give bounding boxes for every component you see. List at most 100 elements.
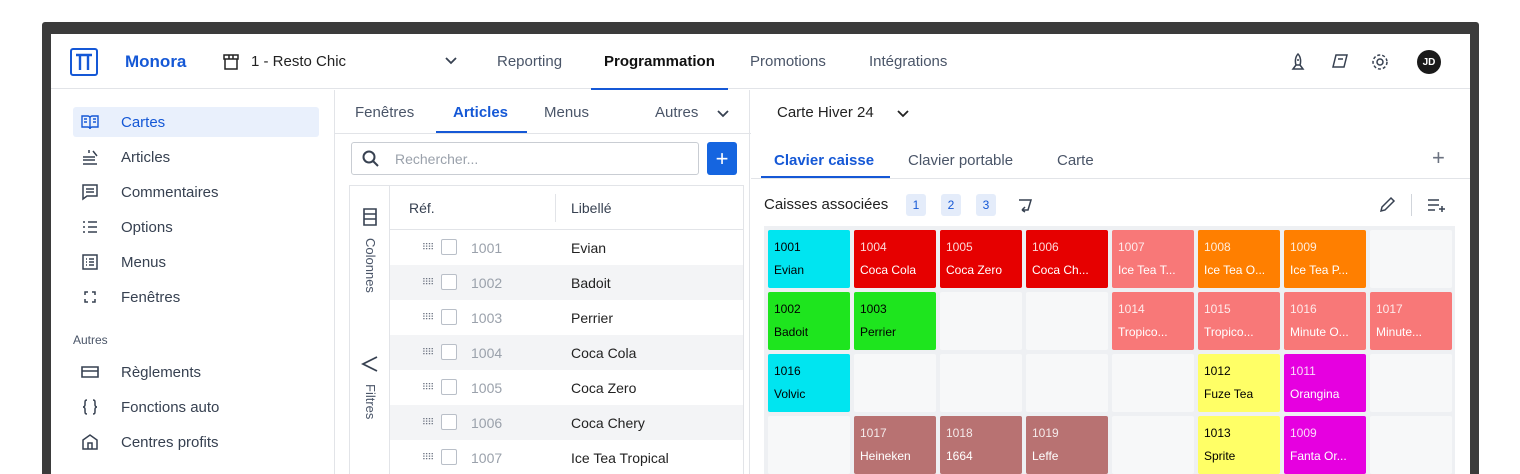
row-checkbox[interactable]: [441, 239, 457, 255]
row-checkbox[interactable]: [441, 344, 457, 360]
sidebar-item-articles[interactable]: Articles: [73, 142, 319, 172]
sidebar-item-reglements[interactable]: Règlements: [73, 357, 319, 387]
tab-clavier-caisse[interactable]: Clavier caisse: [774, 152, 874, 169]
table-row[interactable]: ⠿⠿ 1004 Coca Cola: [390, 335, 743, 370]
key-button[interactable]: 1001 Evian: [768, 230, 850, 288]
menu-selector-label[interactable]: Carte Hiver 24: [777, 104, 874, 121]
tickets-icon[interactable]: [1331, 53, 1349, 71]
table-row[interactable]: ⠿⠿ 1007 Ice Tea Tropical: [390, 440, 743, 474]
key-button[interactable]: 1017 Heineken: [854, 416, 936, 474]
sidebar-item-fonctions-auto[interactable]: Fonctions auto: [73, 392, 319, 422]
row-checkbox[interactable]: [441, 309, 457, 325]
row-checkbox[interactable]: [441, 414, 457, 430]
table-row[interactable]: ⠿⠿ 1002 Badoit: [390, 265, 743, 300]
columns-icon[interactable]: [363, 208, 377, 226]
key-button[interactable]: 1005 Coca Zero: [940, 230, 1022, 288]
key-button[interactable]: 1004 Coca Cola: [854, 230, 936, 288]
empty-key-slot[interactable]: [1026, 292, 1108, 350]
row-checkbox[interactable]: [441, 379, 457, 395]
empty-key-slot[interactable]: [1370, 416, 1452, 474]
empty-key-slot[interactable]: [940, 292, 1022, 350]
row-checkbox[interactable]: [441, 274, 457, 290]
key-button[interactable]: 1006 Coca Ch...: [1026, 230, 1108, 288]
table-row[interactable]: ⠿⠿ 1001 Evian: [390, 230, 743, 265]
key-button[interactable]: 1016 Minute O...: [1284, 292, 1366, 350]
add-article-button[interactable]: +: [707, 142, 737, 175]
filters-toggle[interactable]: Filtres: [363, 384, 378, 419]
table-row[interactable]: ⠿⠿ 1003 Perrier: [390, 300, 743, 335]
tab-carte[interactable]: Carte: [1057, 152, 1094, 169]
chevron-down-icon[interactable]: [716, 109, 730, 119]
tab-menus[interactable]: Menus: [544, 104, 589, 121]
row-checkbox[interactable]: [441, 449, 457, 465]
key-label: Tropico...: [1118, 325, 1168, 339]
drag-handle-icon[interactable]: ⠿⠿: [422, 382, 434, 393]
caisse-chip[interactable]: 1: [906, 194, 926, 216]
sidebar-item-options[interactable]: Options: [73, 212, 319, 242]
key-button[interactable]: 1017 Minute...: [1370, 292, 1452, 350]
key-button[interactable]: 1013 Sprite: [1198, 416, 1280, 474]
logo-icon[interactable]: [70, 48, 98, 76]
key-button[interactable]: 1009 Ice Tea P...: [1284, 230, 1366, 288]
key-button[interactable]: 1011 Orangina: [1284, 354, 1366, 412]
empty-key-slot[interactable]: [1370, 354, 1452, 412]
caisse-chip[interactable]: 2: [941, 194, 961, 216]
table-row[interactable]: ⠿⠿ 1005 Coca Zero: [390, 370, 743, 405]
tab-clavier-portable[interactable]: Clavier portable: [908, 152, 1013, 169]
empty-key-slot[interactable]: [1112, 416, 1194, 474]
empty-key-slot[interactable]: [854, 354, 936, 412]
key-button[interactable]: 1014 Tropico...: [1112, 292, 1194, 350]
column-header-libelle[interactable]: Libellé: [571, 200, 611, 216]
table-row[interactable]: ⠿⠿ 1006 Coca Chery: [390, 405, 743, 440]
gear-icon[interactable]: [1371, 53, 1389, 71]
key-button[interactable]: 1002 Badoit: [768, 292, 850, 350]
empty-key-slot[interactable]: [1026, 354, 1108, 412]
pencil-icon[interactable]: [1378, 196, 1396, 214]
drag-handle-icon[interactable]: ⠿⠿: [422, 312, 434, 323]
drag-handle-icon[interactable]: ⠿⠿: [422, 242, 434, 253]
empty-key-slot[interactable]: [940, 354, 1022, 412]
empty-key-slot[interactable]: [768, 416, 850, 474]
key-button[interactable]: 1016 Volvic: [768, 354, 850, 412]
columns-toggle[interactable]: Colonnes: [363, 238, 378, 293]
empty-key-slot[interactable]: [1112, 354, 1194, 412]
tab-autres[interactable]: Autres: [655, 104, 698, 121]
brand-name[interactable]: Monora: [125, 52, 186, 72]
key-button[interactable]: 1015 Tropico...: [1198, 292, 1280, 350]
nav-promotions[interactable]: Promotions: [750, 34, 826, 89]
sidebar-item-centres-profits[interactable]: Centres profits: [73, 427, 319, 457]
add-row-icon[interactable]: [1427, 198, 1447, 212]
drag-handle-icon[interactable]: ⠿⠿: [422, 452, 434, 463]
drag-handle-icon[interactable]: ⠿⠿: [422, 277, 434, 288]
key-button[interactable]: 1009 Fanta Or...: [1284, 416, 1366, 474]
nav-reporting[interactable]: Reporting: [497, 34, 562, 89]
sidebar-item-fenetres[interactable]: Fenêtres: [73, 282, 319, 312]
store-selector-label[interactable]: 1 - Resto Chic: [251, 53, 346, 70]
drag-handle-icon[interactable]: ⠿⠿: [422, 417, 434, 428]
rocket-icon[interactable]: [1289, 53, 1307, 71]
key-button[interactable]: 1019 Leffe: [1026, 416, 1108, 474]
key-button[interactable]: 1018 1664: [940, 416, 1022, 474]
sidebar-item-cartes[interactable]: Cartes: [73, 107, 319, 137]
avatar[interactable]: JD: [1417, 50, 1441, 74]
empty-key-slot[interactable]: [1370, 230, 1452, 288]
tab-fenetres[interactable]: Fenêtres: [355, 104, 414, 121]
sidebar-item-menus[interactable]: Menus: [73, 247, 319, 277]
sidebar-item-commentaires[interactable]: Commentaires: [73, 177, 319, 207]
chevron-down-icon[interactable]: [444, 56, 458, 66]
column-header-ref[interactable]: Réf.: [409, 200, 435, 216]
chevron-down-icon[interactable]: [896, 109, 910, 119]
sync-icon[interactable]: [1016, 197, 1034, 213]
key-button[interactable]: 1008 Ice Tea O...: [1198, 230, 1280, 288]
key-button[interactable]: 1007 Ice Tea T...: [1112, 230, 1194, 288]
search-input[interactable]: Rechercher...: [351, 142, 699, 175]
nav-integrations[interactable]: Intégrations: [869, 34, 947, 89]
caisse-chip[interactable]: 3: [976, 194, 996, 216]
key-button[interactable]: 1012 Fuze Tea: [1198, 354, 1280, 412]
filter-icon[interactable]: [361, 356, 379, 372]
key-button[interactable]: 1003 Perrier: [854, 292, 936, 350]
drag-handle-icon[interactable]: ⠿⠿: [422, 347, 434, 358]
nav-programmation[interactable]: Programmation: [591, 34, 728, 90]
tab-articles[interactable]: Articles: [453, 104, 508, 121]
add-tab-button[interactable]: +: [1432, 145, 1445, 171]
